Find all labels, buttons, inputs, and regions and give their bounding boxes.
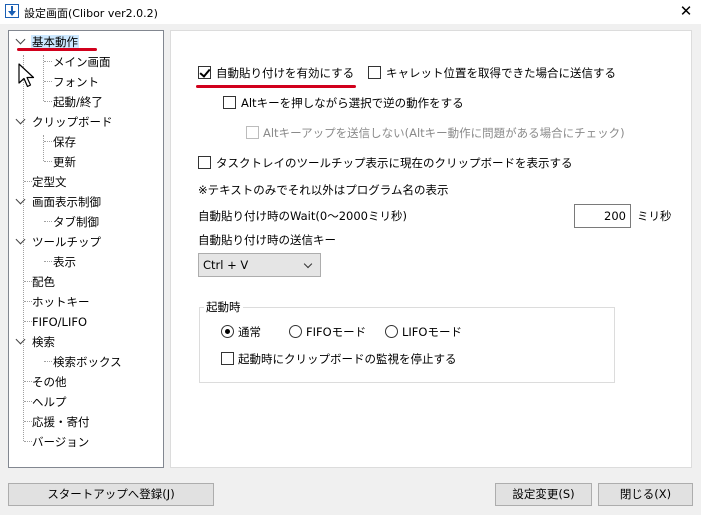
tree-item-fifo-lifo[interactable]: FIFO/LIFO bbox=[31, 314, 88, 330]
tree-item-tooltip[interactable]: ツールチップ bbox=[31, 234, 102, 250]
tree-item-template[interactable]: 定型文 bbox=[31, 174, 68, 190]
tree-item-label: 更新 bbox=[53, 155, 76, 169]
tree-item-hotkey[interactable]: ホットキー bbox=[31, 294, 91, 310]
tray-tooltip-checkbox[interactable] bbox=[198, 156, 211, 169]
mouse-cursor-icon bbox=[18, 63, 35, 88]
alt-up-checkbox bbox=[246, 126, 259, 139]
mode-fifo-radio[interactable] bbox=[289, 325, 302, 338]
tray-tooltip-label[interactable]: タスクトレイのツールチップ表示に現在のクリップボードを表示する bbox=[216, 156, 573, 170]
tree-item-main-screen[interactable]: メイン画面 bbox=[52, 54, 112, 70]
tree-connector bbox=[44, 101, 52, 102]
window-title: 設定画面(Clibor ver2.0.2) bbox=[24, 7, 158, 20]
apply-button[interactable]: 設定変更(S) bbox=[495, 483, 592, 506]
mode-normal-label[interactable]: 通常 bbox=[238, 325, 261, 339]
tree-item-version[interactable]: バージョン bbox=[31, 434, 90, 450]
annotation-underline bbox=[196, 85, 356, 88]
caret-send-label[interactable]: キャレット位置を取得できた場合に送信する bbox=[386, 66, 616, 80]
tree-item-label: ツールチップ bbox=[32, 235, 101, 249]
tree-item-label: ヘルプ bbox=[32, 395, 67, 409]
alt-reverse-checkbox[interactable] bbox=[223, 96, 236, 109]
tree-connector bbox=[44, 61, 52, 62]
send-key-value: Ctrl + V bbox=[203, 258, 249, 272]
tree-item-label: メイン画面 bbox=[53, 55, 111, 69]
tree-item-display-control[interactable]: 画面表示制御 bbox=[31, 194, 102, 210]
tray-tooltip-note: ※テキストのみでそれ以外はプログラム名の表示 bbox=[198, 183, 449, 197]
tree-connector bbox=[44, 141, 52, 142]
tree-item-support[interactable]: 応援・寄付 bbox=[31, 414, 91, 430]
tree-connector bbox=[44, 261, 52, 262]
alt-reverse-label[interactable]: Altキーを押しながら選択で逆の動作をする bbox=[241, 96, 464, 110]
stop-monitor-label[interactable]: 起動時にクリップボードの監視を停止する bbox=[238, 352, 457, 366]
tree-item-search[interactable]: 検索 bbox=[31, 334, 56, 350]
wait-label: 自動貼り付け時のWait(0～2000ミリ秒) bbox=[198, 209, 407, 223]
tree-item-search-box[interactable]: 検索ボックス bbox=[52, 354, 123, 370]
startup-group-label: 起動時 bbox=[204, 300, 243, 314]
mode-fifo-label[interactable]: FIFOモード bbox=[306, 325, 366, 339]
tree-connector bbox=[44, 221, 52, 222]
wait-unit: ミリ秒 bbox=[637, 209, 672, 223]
auto-paste-label[interactable]: 自動貼り付けを有効にする bbox=[216, 66, 354, 80]
tree-item-label: 検索ボックス bbox=[53, 355, 122, 369]
chevron-down-icon bbox=[303, 259, 313, 269]
annotation-underline bbox=[17, 48, 97, 51]
settings-panel: 自動貼り付けを有効にする キャレット位置を取得できた場合に送信する Altキーを… bbox=[170, 30, 692, 468]
tree-item-label: 画面表示制御 bbox=[32, 195, 101, 209]
tree-item-colors[interactable]: 配色 bbox=[31, 274, 56, 290]
settings-tree[interactable]: 基本動作 メイン画面 フォント 起動/終了 クリップボード 保存 更新 定型文 … bbox=[8, 30, 164, 468]
tree-item-label: 表示 bbox=[53, 255, 76, 269]
tree-item-tab-control[interactable]: タブ制御 bbox=[52, 214, 100, 230]
tree-item-label: 基本動作 bbox=[31, 35, 79, 49]
title-bar: 設定画面(Clibor ver2.0.2) ✕ bbox=[0, 0, 701, 24]
app-icon bbox=[5, 4, 19, 18]
tree-guide-line bbox=[23, 55, 24, 441]
tree-guide-line bbox=[43, 135, 44, 161]
caret-send-checkbox[interactable] bbox=[368, 66, 381, 79]
auto-paste-checkbox[interactable] bbox=[198, 66, 211, 79]
tree-item-label: その他 bbox=[32, 375, 67, 389]
tree-item-label: ホットキー bbox=[32, 295, 90, 309]
tree-item-other[interactable]: その他 bbox=[31, 374, 68, 390]
mode-normal-radio[interactable] bbox=[221, 325, 234, 338]
tree-item-update[interactable]: 更新 bbox=[52, 154, 77, 170]
mode-lifo-radio[interactable] bbox=[385, 325, 398, 338]
startup-groupbox bbox=[199, 307, 615, 383]
mode-lifo-label[interactable]: LIFOモード bbox=[402, 325, 462, 339]
tree-item-clipboard[interactable]: クリップボード bbox=[31, 114, 114, 130]
chevron-down-icon[interactable] bbox=[15, 34, 26, 45]
tree-item-label: 配色 bbox=[32, 275, 55, 289]
tree-item-save[interactable]: 保存 bbox=[52, 134, 77, 150]
tree-connector bbox=[44, 161, 52, 162]
tree-item-label: FIFO/LIFO bbox=[32, 315, 88, 329]
tree-item-label: タブ制御 bbox=[53, 215, 99, 229]
alt-up-label: Altキーアップを送信しない(Altキー動作に問題がある場合にチェック) bbox=[263, 126, 625, 140]
close-button[interactable]: 閉じる(X) bbox=[598, 483, 693, 506]
tree-item-label: 検索 bbox=[32, 335, 55, 349]
tree-item-label: バージョン bbox=[32, 435, 90, 449]
tree-item-label: フォント bbox=[53, 75, 99, 89]
send-key-select[interactable]: Ctrl + V bbox=[198, 253, 321, 277]
tree-item-help[interactable]: ヘルプ bbox=[31, 394, 68, 410]
send-key-label: 自動貼り付け時の送信キー bbox=[198, 233, 336, 247]
tree-item-label: クリップボード bbox=[32, 115, 113, 129]
tree-item-tooltip-display[interactable]: 表示 bbox=[52, 254, 77, 270]
close-window-button[interactable]: ✕ bbox=[671, 0, 701, 24]
tree-connector bbox=[44, 361, 52, 362]
stop-monitor-checkbox[interactable] bbox=[221, 352, 234, 365]
startup-register-button[interactable]: スタートアップへ登録(J) bbox=[8, 483, 214, 506]
tree-item-font[interactable]: フォント bbox=[52, 74, 100, 90]
wait-input[interactable]: 200 bbox=[574, 204, 631, 228]
tree-item-label: 応援・寄付 bbox=[32, 415, 90, 429]
tree-item-startup-exit[interactable]: 起動/終了 bbox=[52, 94, 104, 110]
tree-item-label: 保存 bbox=[53, 135, 76, 149]
tree-connector bbox=[44, 81, 52, 82]
tree-item-label: 定型文 bbox=[32, 175, 67, 189]
tree-item-label: 起動/終了 bbox=[53, 95, 103, 109]
